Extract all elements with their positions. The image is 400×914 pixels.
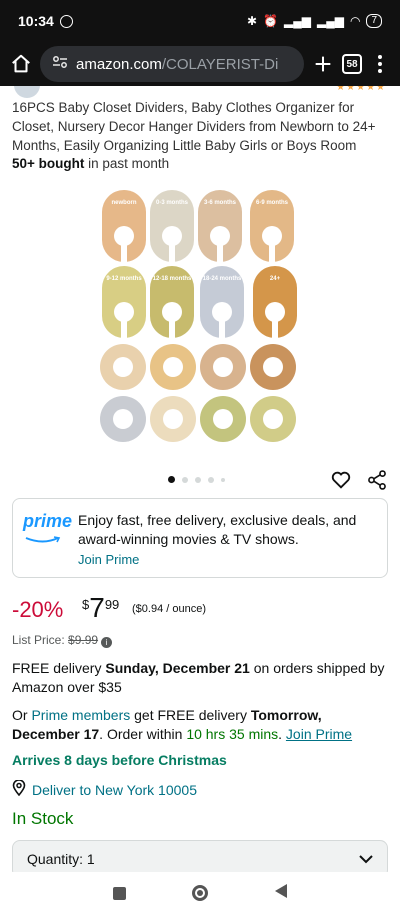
hanger-divider: 9-12 months <box>102 266 146 338</box>
bought-count-bold: 50+ bought <box>12 156 85 171</box>
list-price-label: List Price: <box>12 633 69 647</box>
order-countdown: 10 hrs 35 mins <box>186 726 279 742</box>
location-pin-icon <box>12 779 26 799</box>
hanger-divider: 12-18 months <box>150 266 194 338</box>
prime-members-link[interactable]: Prime members <box>31 707 130 723</box>
prime-delivery-message: Or Prime members get FREE delivery Tomor… <box>12 707 353 742</box>
ring-divider <box>200 396 246 442</box>
carousel-dot[interactable] <box>195 476 201 483</box>
system-nav-bar <box>0 872 400 914</box>
carousel-dot[interactable] <box>221 477 225 482</box>
hanger-divider: 3-6 months <box>198 190 242 262</box>
carousel-dots <box>168 476 225 483</box>
prime-logo: prime <box>23 511 73 531</box>
quantity-value: 1 <box>86 851 95 867</box>
arrives-before-christmas: Arrives 8 days before Christmas <box>12 752 227 768</box>
tab-switcher-button[interactable]: 58 <box>342 54 362 74</box>
browser-toolbar: amazon.com/COLAYERIST-Di 58 <box>0 42 400 86</box>
carousel-dot[interactable] <box>182 476 188 483</box>
recents-icon[interactable] <box>112 886 126 900</box>
status-time: 10:34 <box>18 13 54 29</box>
join-prime-link-2[interactable]: Join Prime <box>286 726 352 742</box>
carousel-dot[interactable] <box>168 476 175 483</box>
ring-divider <box>200 344 246 390</box>
site-settings-icon[interactable] <box>52 54 68 74</box>
signal-icon-2: ▂▄▆ <box>316 14 344 28</box>
hanger-divider: 0-3 months <box>150 190 194 262</box>
deliver-to-link[interactable]: Deliver to New York 10005 <box>12 779 197 799</box>
bought-count: 50+ bought in past month <box>12 156 169 171</box>
list-price: List Price: $9.99 i <box>12 633 113 648</box>
home-nav-icon[interactable] <box>191 885 208 901</box>
status-bar: 10:34 ✱ ⏰ ▂▄▆ ▂▄▆ ◠ 7 <box>0 0 400 42</box>
discount-percent: -20% <box>12 597 64 622</box>
ring-divider <box>250 344 296 390</box>
prime-smile-icon <box>25 531 61 549</box>
share-icon[interactable] <box>366 469 388 496</box>
url-host: amazon.com <box>76 55 162 73</box>
status-icons: ✱ ⏰ ▂▄▆ ▂▄▆ ◠ 7 <box>247 14 382 28</box>
free-delivery-message: FREE delivery Sunday, December 21 on ord… <box>12 660 385 695</box>
battery-icon: 7 <box>366 14 382 28</box>
hanger-divider: 18-24 months <box>200 266 244 338</box>
product-image[interactable]: newborn 0-3 months 3-6 months 6-9 months… <box>90 182 312 452</box>
url-path: /COLAYERIST-Di <box>161 55 279 73</box>
back-icon[interactable] <box>274 883 288 904</box>
more-options-icon[interactable] <box>370 53 390 75</box>
wishlist-heart-icon[interactable] <box>330 469 352 496</box>
bought-count-rest: in past month <box>84 156 170 171</box>
ring-divider <box>150 344 196 390</box>
list-price-value: $9.99 <box>68 633 99 647</box>
prime-promo-box[interactable]: prime Enjoy fast, free delivery, exclusi… <box>12 498 388 578</box>
unit-price: ($0.94 / ounce) <box>132 603 206 615</box>
ring-divider <box>100 396 146 442</box>
ring-divider <box>250 396 296 442</box>
whatsapp-icon <box>59 14 73 28</box>
chevron-down-icon <box>359 851 373 867</box>
bluetooth-icon: ✱ <box>247 14 258 28</box>
join-prime-link[interactable]: Join Prime <box>78 552 139 567</box>
wifi-icon: ◠ <box>349 14 361 28</box>
price-whole: 7 <box>89 592 105 623</box>
signal-icon: ▂▄▆ <box>284 14 311 28</box>
new-tab-icon[interactable] <box>312 53 334 75</box>
deliver-to-label: Deliver to New York 10005 <box>32 781 197 798</box>
delivery-date: Sunday, December 21 <box>105 660 250 676</box>
product-title: 16PCS Baby Closet Dividers, Baby Clothes… <box>12 100 376 153</box>
rating-stars-icon: ★★★★★ <box>336 86 386 93</box>
ring-divider <box>100 344 146 390</box>
alarm-icon: ⏰ <box>263 14 279 28</box>
home-icon[interactable] <box>10 53 32 75</box>
brand-avatar <box>14 86 40 98</box>
prime-promo-text: Enjoy fast, free delivery, exclusive dea… <box>78 512 357 547</box>
cropped-header-strip: ★★★★★ <box>0 86 400 98</box>
hanger-divider: newborn <box>102 190 146 262</box>
ring-divider <box>150 396 196 442</box>
price-symbol: $ <box>82 597 90 612</box>
price-fraction: 99 <box>104 597 120 612</box>
hanger-divider: 6-9 months <box>250 190 294 262</box>
quantity-label: Quantity: <box>27 851 84 867</box>
hanger-divider: 24+ <box>253 266 297 338</box>
price: $ 7 99 <box>82 594 119 622</box>
carousel-dot[interactable] <box>208 476 214 483</box>
url-bar[interactable]: amazon.com/COLAYERIST-Di <box>40 46 304 82</box>
info-icon[interactable]: i <box>101 637 113 648</box>
stock-status: In Stock <box>12 809 74 828</box>
